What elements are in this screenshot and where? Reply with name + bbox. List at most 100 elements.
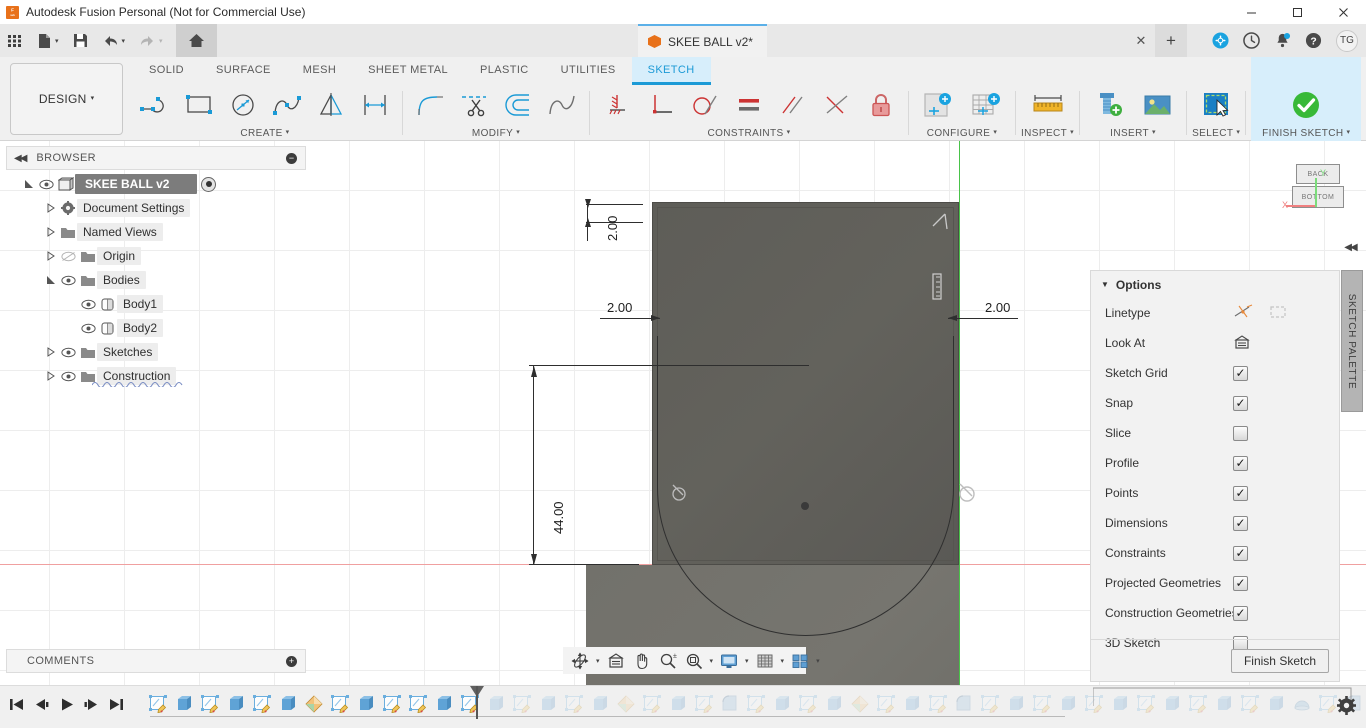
tree-item-body2[interactable]: Body2 (6, 316, 306, 340)
tree-item-bodies[interactable]: Bodies (6, 268, 306, 292)
twist-open-icon[interactable] (22, 179, 36, 189)
step-forward-icon[interactable] (79, 690, 104, 718)
tree-item-sketches[interactable]: Sketches (6, 340, 306, 364)
timeline-playhead-stem[interactable] (476, 686, 478, 719)
twist-closed-icon[interactable] (44, 251, 58, 261)
job-status-clock-icon[interactable] (1243, 32, 1260, 49)
expander-triangle-icon[interactable]: ▼ (1101, 280, 1109, 289)
tab-sketch[interactable]: SKETCH (631, 57, 711, 85)
timeline-feature-sketch[interactable] (379, 690, 405, 718)
timeline-feature-extrude[interactable] (353, 690, 379, 718)
timeline-feature-sketch[interactable] (925, 690, 951, 718)
profile-checkbox[interactable]: ✓ (1233, 455, 1248, 471)
plus-circle-icon[interactable]: + (286, 655, 297, 667)
visibility-eye-icon[interactable] (58, 347, 78, 358)
panel-insert-title[interactable]: INSERT ▾ (1110, 125, 1156, 141)
timeline-feature-extrude[interactable] (587, 690, 613, 718)
timeline-feature-extrude[interactable] (769, 690, 795, 718)
timeline-feature-extrude[interactable] (1055, 690, 1081, 718)
zoom-icon[interactable]: ± (655, 647, 681, 674)
timeline-feature-extrude[interactable] (431, 690, 457, 718)
configure-feature-icon[interactable] (914, 85, 962, 125)
comments-panel-header[interactable]: COMMENTS + (6, 649, 306, 673)
undo-icon[interactable]: ▾ (95, 24, 133, 57)
grid-snaps-icon[interactable] (752, 647, 778, 674)
collapse-left-icon[interactable]: ◀◀ (14, 153, 27, 164)
perpendicular-constraint-icon[interactable] (639, 85, 683, 125)
timeline-feature-extrude[interactable] (223, 690, 249, 718)
panel-inspect-title[interactable]: INSPECT ▾ (1021, 125, 1074, 141)
twist-closed-icon[interactable] (44, 347, 58, 357)
orbit-icon[interactable] (567, 647, 593, 674)
display-settings-caret-icon[interactable]: ▾ (742, 657, 752, 665)
finish-sketch-button[interactable]: Finish Sketch (1230, 648, 1329, 673)
insert-canvas-image-icon[interactable] (1133, 85, 1181, 125)
play-icon[interactable] (54, 690, 79, 718)
timeline-feature-sketch[interactable] (249, 690, 275, 718)
zoom-window-icon[interactable] (681, 647, 707, 674)
timeline-feature-extrude[interactable] (275, 690, 301, 718)
panel-create-title[interactable]: CREATE ▾ (240, 125, 289, 141)
tab-utilities[interactable]: UTILITIES (545, 57, 632, 83)
constraints-checkbox[interactable]: ✓ (1233, 545, 1248, 561)
finish-sketch-check-icon[interactable] (1282, 85, 1330, 125)
undo-caret-icon[interactable]: ▾ (122, 37, 126, 45)
new-document-caret-icon[interactable]: ▾ (55, 37, 59, 45)
parallel-constraint-icon[interactable] (771, 85, 815, 125)
top-offset-dimension-text[interactable]: 2.00 (605, 216, 620, 241)
snap-checkbox[interactable]: ✓ (1233, 395, 1248, 411)
equal-constraint-icon[interactable] (727, 85, 771, 125)
visibility-eye-icon[interactable] (78, 323, 98, 334)
timeline-feature-plane[interactable] (847, 690, 873, 718)
orbit-caret-icon[interactable]: ▾ (593, 657, 603, 665)
twist-closed-icon[interactable] (44, 371, 58, 381)
home-icon[interactable] (175, 24, 217, 57)
tab-solid[interactable]: SOLID (133, 57, 200, 83)
notifications-bell-icon[interactable] (1274, 32, 1291, 49)
tree-item-skee-ball-v2[interactable]: SKEE BALL v2 (6, 172, 306, 196)
panel-finish-sketch[interactable]: FINISH SKETCH ▾ (1251, 57, 1362, 141)
collapse-right-icon[interactable]: ◀◀ (1340, 239, 1360, 255)
sketch-center-point[interactable] (801, 502, 809, 510)
help-icon[interactable]: ? (1305, 32, 1322, 49)
left-offset-dimension-text[interactable]: 2.00 (607, 300, 632, 315)
avatar[interactable]: TG (1336, 29, 1358, 52)
sketch-grid-checkbox[interactable]: ✓ (1233, 365, 1248, 381)
document-tab[interactable]: SKEE BALL v2* (638, 24, 767, 57)
close-button[interactable] (1320, 0, 1366, 24)
right-offset-dimension-text[interactable]: 2.00 (985, 300, 1010, 315)
height-dimension-text[interactable]: 44.00 (551, 501, 566, 534)
pan-hand-icon[interactable] (629, 647, 655, 674)
timeline-feature-extrude[interactable] (821, 690, 847, 718)
timeline-feature-extrude[interactable] (483, 690, 509, 718)
minus-circle-icon[interactable]: − (286, 152, 297, 164)
workspace-switcher[interactable]: DESIGN ▾ (10, 63, 123, 135)
construction-geometries-checkbox[interactable]: ✓ (1233, 605, 1248, 621)
mirror-icon[interactable] (309, 85, 353, 125)
sketch-u-arc-profile[interactable] (657, 336, 954, 636)
tree-item-body1[interactable]: Body1 (6, 292, 306, 316)
timeline-feature-plane[interactable] (301, 690, 327, 718)
timeline-feature-extrude[interactable] (171, 690, 197, 718)
timeline-feature-sketch[interactable] (1029, 690, 1055, 718)
timeline-feature-sketch[interactable] (197, 690, 223, 718)
timeline-feature-sketch[interactable] (509, 690, 535, 718)
symmetry-constraint-icon[interactable] (815, 85, 859, 125)
timeline-feature-extrude[interactable] (535, 690, 561, 718)
trim-scissors-icon[interactable] (452, 85, 496, 125)
sketch-palette-options-header[interactable]: ▼ Options (1091, 271, 1339, 298)
measure-ruler-icon[interactable] (1024, 85, 1072, 125)
go-to-beginning-icon[interactable] (4, 690, 29, 718)
rectangular-pattern-icon[interactable] (353, 85, 397, 125)
configure-table-icon[interactable] (962, 85, 1010, 125)
save-icon[interactable] (66, 24, 95, 57)
visibility-eye-icon[interactable] (78, 299, 98, 310)
panel-configure-title[interactable]: CONFIGURE ▾ (927, 125, 998, 141)
panel-constraints-title[interactable]: CONSTRAINTS ▾ (708, 125, 791, 141)
tree-item-named-views[interactable]: Named Views (6, 220, 306, 244)
redo-icon[interactable]: ▾ (132, 24, 170, 57)
visibility-eye-icon[interactable] (58, 371, 78, 382)
insert-mcmaster-bolt-icon[interactable] (1085, 85, 1133, 125)
twist-closed-icon[interactable] (44, 203, 58, 213)
viewports-icon[interactable] (787, 647, 813, 674)
